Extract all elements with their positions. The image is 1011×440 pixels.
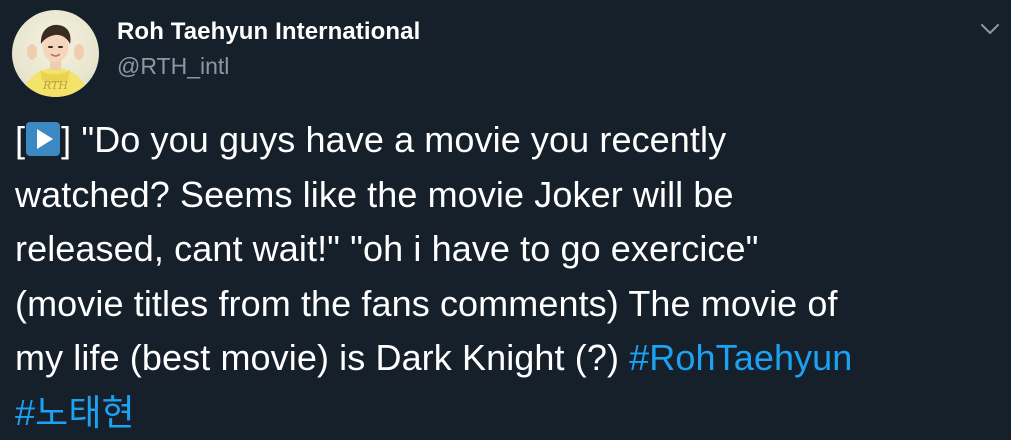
svg-text:RTH: RTH <box>42 79 68 92</box>
author-display-name[interactable]: Roh Taehyun International <box>117 18 420 46</box>
chevron-down-icon[interactable] <box>979 18 1001 40</box>
tweet-text-bracket-open: [ <box>15 119 25 160</box>
hashtag-rohtaehyun[interactable]: #RohTaehyun <box>629 337 852 378</box>
tweet-line-2: watched? Seems like the movie Joker will… <box>15 168 1000 223</box>
tweet-text-segment: ] "Do you guys have a movie you recently <box>61 119 726 160</box>
tweet-line-3: released, cant wait!" "oh i have to go e… <box>15 222 1000 277</box>
tweet-text: [ ] "Do you guys have a movie you recentl… <box>15 113 1000 440</box>
hashtag-korean-name[interactable]: #노태현 <box>15 392 135 433</box>
tweet-line-5: my life (best movie) is Dark Knight (?) … <box>15 331 1000 386</box>
avatar-image: RTH <box>12 10 99 97</box>
tweet-line-6: #노태현 <box>15 386 1000 440</box>
play-button-icon <box>26 122 60 156</box>
avatar[interactable]: RTH <box>12 10 99 97</box>
tweet-line-1: [ ] "Do you guys have a movie you recentl… <box>15 113 1000 168</box>
tweet: RTH Roh Taehyun International @RTH_intl … <box>0 0 1011 433</box>
tweet-line-4: (movie titles from the fans comments) Th… <box>15 277 1000 332</box>
tweet-text-segment: my life (best movie) is Dark Knight (?) <box>15 337 629 378</box>
author-handle[interactable]: @RTH_intl <box>117 53 229 80</box>
